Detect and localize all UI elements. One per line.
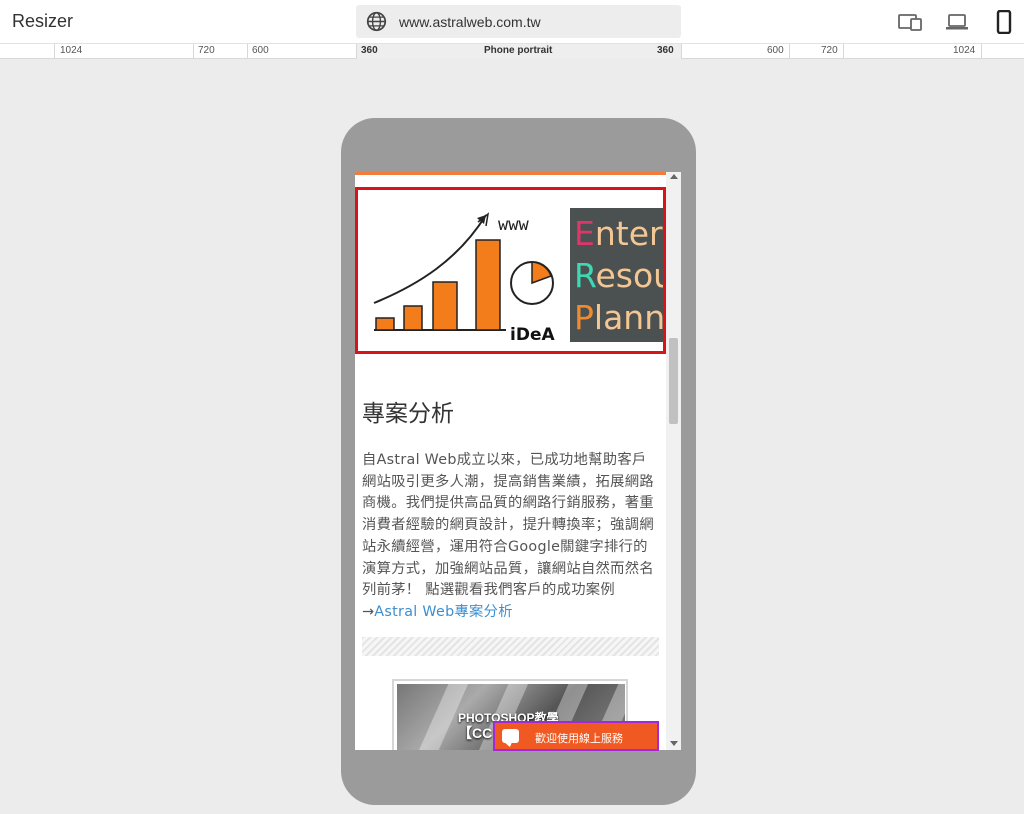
device-preset-label: Phone portrait	[484, 45, 553, 56]
url-bar[interactable]: www.astralweb.com.tw	[356, 5, 681, 38]
live-chat-button[interactable]: 歡迎使用線上服務	[493, 721, 659, 751]
article-text: 自Astral Web成立以來，已成功地幫助客戶網站吸引更多人潮，提高銷售業績，…	[362, 452, 654, 620]
erp-line-3: Plann	[574, 298, 666, 337]
chat-bubble-icon	[502, 729, 519, 743]
growth-chart-illustration: www iDeA	[373, 212, 555, 345]
ruler-label[interactable]: 360	[361, 45, 378, 56]
width-ruler: 1024 720 600 360 Phone portrait 360 600 …	[0, 44, 1024, 59]
phone-screen: www iDeA Enter Resou Plann 專案分析 自Astral …	[355, 172, 681, 750]
erp-chalkboard-image: Enter Resou Plann	[570, 208, 666, 342]
ruler-label[interactable]: 720	[821, 45, 838, 56]
tablet-icon[interactable]	[897, 10, 923, 34]
article-title: 專案分析	[362, 401, 454, 427]
erp-line-1: Enter	[574, 214, 663, 253]
case-study-link[interactable]: Astral Web專案分析	[374, 604, 513, 620]
scroll-thumb[interactable]	[669, 338, 678, 424]
ruler-label[interactable]: 1024	[60, 45, 82, 56]
ruler-label[interactable]: 600	[767, 45, 784, 56]
idea-label: iDeA	[510, 325, 555, 345]
ruler-label[interactable]: 600	[252, 45, 269, 56]
url-text[interactable]: www.astralweb.com.tw	[399, 14, 541, 30]
section-divider	[362, 637, 659, 656]
laptop-icon[interactable]	[944, 10, 970, 34]
hero-banner[interactable]: www iDeA Enter Resou Plann	[355, 187, 666, 354]
post-thumbnail-subtitle: 【CC	[458, 725, 493, 741]
article-body: 自Astral Web成立以來，已成功地幫助客戶網站吸引更多人潮，提高銷售業績，…	[362, 450, 660, 624]
top-toolbar: Resizer www.astralweb.com.tw	[0, 0, 1024, 44]
ruler-label[interactable]: 720	[198, 45, 215, 56]
scroll-up-arrow-icon[interactable]	[670, 174, 678, 179]
header-accent-line	[355, 172, 666, 175]
phone-icon[interactable]	[991, 10, 1017, 34]
page-scrollbar[interactable]	[666, 172, 681, 750]
app-title: Resizer	[12, 11, 74, 31]
ruler-label[interactable]: 360	[657, 45, 674, 56]
chat-label: 歡迎使用線上服務	[535, 732, 623, 745]
globe-icon	[366, 11, 387, 32]
erp-line-2: Resou	[574, 256, 663, 295]
www-label: www	[498, 215, 529, 235]
scroll-down-arrow-icon[interactable]	[670, 741, 678, 746]
ruler-label[interactable]: 1024	[953, 45, 975, 56]
